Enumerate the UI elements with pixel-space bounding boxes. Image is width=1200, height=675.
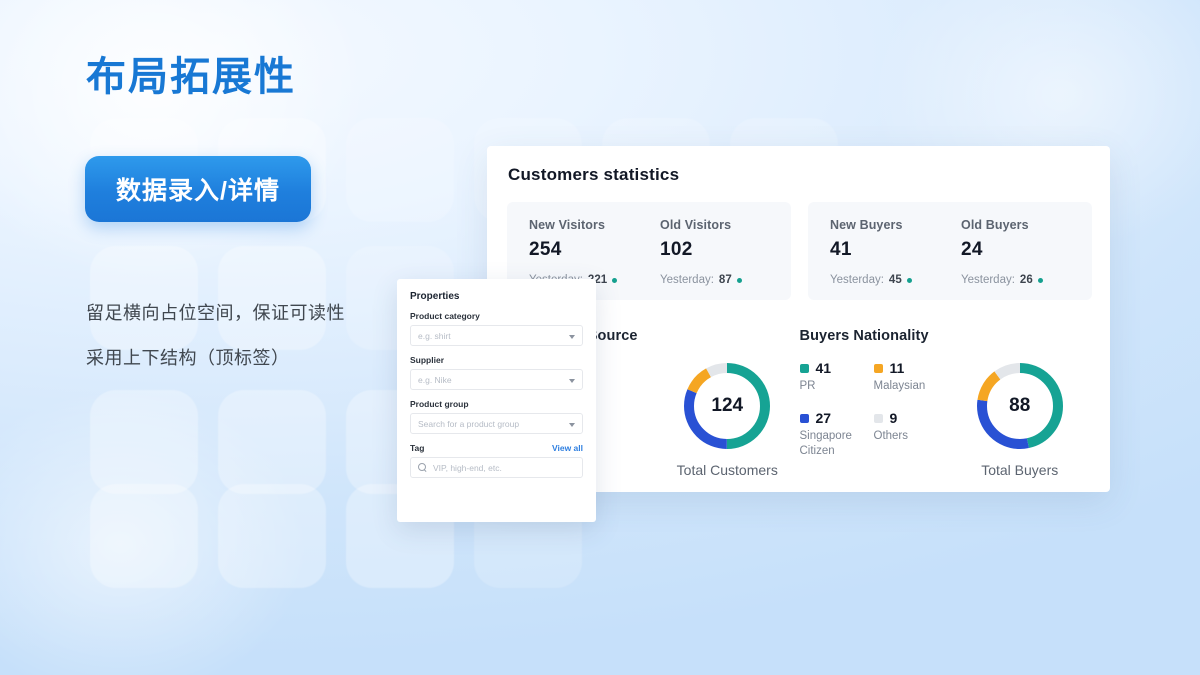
legend-count: 11 bbox=[889, 360, 905, 376]
note-line-1: 留足横向占位空间，保证可读性 bbox=[86, 303, 345, 323]
properties-panel: Properties Product category e.g. shirt S… bbox=[397, 279, 596, 522]
donut-center-value: 124 bbox=[711, 395, 744, 416]
trend-dot-icon bbox=[1037, 277, 1043, 283]
legend-item: 11 Malaysian bbox=[873, 360, 948, 393]
legend-name: Singapore Citizen bbox=[799, 430, 852, 457]
slide-root: 布局拓展性 数据录入/详情 留足横向占位空间，保证可读性 采用上下结构（顶标签）… bbox=[0, 0, 1200, 675]
trend-dot-icon bbox=[736, 277, 742, 283]
donut-center-value: 88 bbox=[1009, 395, 1031, 416]
stat-label: Old Buyers bbox=[961, 218, 1029, 232]
deco-square bbox=[218, 484, 326, 588]
field-label: Product category bbox=[410, 311, 480, 321]
view-all-link[interactable]: View all bbox=[552, 443, 583, 453]
donut-chart: 124 bbox=[681, 360, 773, 452]
deco-square bbox=[90, 246, 198, 350]
stat-yesterday-value: 45 bbox=[888, 274, 902, 286]
page-title: 布局拓展性 bbox=[86, 55, 296, 99]
legend-item: 27 Singapore Citizen bbox=[799, 410, 874, 458]
chart-buyers-nationality: Buyers Nationality 41 PR 11 Malaysian 27… bbox=[799, 328, 1093, 478]
chart-legend: 41 PR 11 Malaysian 27 Singapore Citizen … bbox=[799, 360, 948, 475]
chevron-down-icon bbox=[569, 378, 575, 383]
field-placeholder: e.g. shirt bbox=[418, 330, 451, 341]
chevron-down-icon bbox=[569, 422, 575, 427]
legend-name: Others bbox=[873, 430, 909, 443]
stat-yesterday-value: 26 bbox=[1019, 274, 1033, 286]
stat-label: New Buyers bbox=[830, 218, 903, 232]
donut-buyers: 88 Total Buyers bbox=[948, 360, 1093, 478]
field-tag: Tag View all VIP, high-end, etc. bbox=[410, 443, 583, 478]
field-label: Tag bbox=[410, 443, 425, 453]
stat-value: 254 bbox=[529, 239, 562, 260]
field-placeholder: e.g. Nike bbox=[418, 374, 452, 385]
legend-name: PR bbox=[799, 380, 816, 392]
stat-yesterday-value: 87 bbox=[718, 274, 732, 286]
legend-count: 9 bbox=[889, 410, 898, 427]
legend-count: 41 bbox=[815, 360, 832, 376]
stat-label: Old Visitors bbox=[660, 218, 732, 232]
stat-yesterday-label: Yesterday: bbox=[961, 274, 1015, 286]
field-product-category: Product category e.g. shirt bbox=[410, 311, 583, 346]
legend-item: 9 Others bbox=[873, 410, 948, 458]
data-entry-detail-button[interactable]: 数据录入/详情 bbox=[85, 156, 311, 222]
field-placeholder: Search for a product group bbox=[418, 418, 520, 429]
deco-square bbox=[90, 390, 198, 494]
properties-title: Properties bbox=[410, 291, 460, 302]
stat-value: 41 bbox=[830, 239, 852, 260]
stat-value: 102 bbox=[660, 239, 693, 260]
field-supplier: Supplier e.g. Nike bbox=[410, 355, 583, 390]
deco-square bbox=[218, 246, 326, 350]
card-title: Customers statistics bbox=[508, 165, 680, 184]
field-product-group: Product group Search for a product group bbox=[410, 399, 583, 434]
deco-square bbox=[90, 484, 198, 588]
stat-old-visitors: Old Visitors 102 Yesterday: 87 bbox=[660, 218, 791, 286]
donut-label: Total Customers bbox=[676, 462, 778, 478]
legend-swatch-icon bbox=[873, 363, 883, 373]
deco-square bbox=[218, 390, 326, 494]
supplier-select[interactable]: e.g. Nike bbox=[410, 369, 583, 390]
product-category-select[interactable]: e.g. shirt bbox=[410, 325, 583, 346]
stat-old-buyers: Old Buyers 24 Yesterday: 26 bbox=[961, 218, 1092, 286]
stat-yesterday: Yesterday: 45 bbox=[830, 274, 961, 286]
chevron-down-icon bbox=[569, 334, 575, 339]
glow-bottom-left bbox=[0, 330, 380, 675]
stat-yesterday-label: Yesterday: bbox=[660, 274, 714, 286]
donut-label: Total Buyers bbox=[981, 462, 1059, 478]
stat-new-visitors: New Visitors 254 Yesterday: 221 bbox=[529, 218, 660, 286]
trend-dot-icon bbox=[906, 277, 912, 283]
stat-yesterday: Yesterday: 87 bbox=[660, 274, 791, 286]
stat-new-buyers: New Buyers 41 Yesterday: 45 bbox=[830, 218, 961, 286]
search-icon bbox=[418, 463, 427, 472]
tag-search-input[interactable]: VIP, high-end, etc. bbox=[410, 457, 583, 478]
deco-square bbox=[346, 118, 454, 222]
stat-group-buyers: New Buyers 41 Yesterday: 45 Old Buyers 2… bbox=[808, 202, 1092, 300]
donut-customers: 124 Total Customers bbox=[655, 360, 800, 478]
product-group-select[interactable]: Search for a product group bbox=[410, 413, 583, 434]
field-label: Supplier bbox=[410, 355, 445, 365]
trend-dot-icon bbox=[612, 277, 618, 283]
donut-chart: 88 bbox=[974, 360, 1066, 452]
stat-value: 24 bbox=[961, 239, 983, 260]
stat-label: New Visitors bbox=[529, 218, 605, 232]
legend-swatch-icon bbox=[799, 363, 809, 373]
note-line-2: 采用上下结构（顶标签） bbox=[86, 348, 290, 368]
stat-yesterday-label: Yesterday: bbox=[830, 274, 884, 286]
legend-count: 27 bbox=[815, 410, 832, 427]
legend-swatch-icon bbox=[799, 413, 809, 423]
legend-item: 41 PR bbox=[799, 360, 874, 393]
legend-name: Malaysian bbox=[873, 380, 926, 392]
field-label: Product group bbox=[410, 399, 469, 409]
field-placeholder: VIP, high-end, etc. bbox=[433, 462, 502, 473]
legend-swatch-icon bbox=[873, 413, 883, 423]
chart-title: Buyers Nationality bbox=[799, 328, 929, 344]
stat-yesterday: Yesterday: 26 bbox=[961, 274, 1092, 286]
